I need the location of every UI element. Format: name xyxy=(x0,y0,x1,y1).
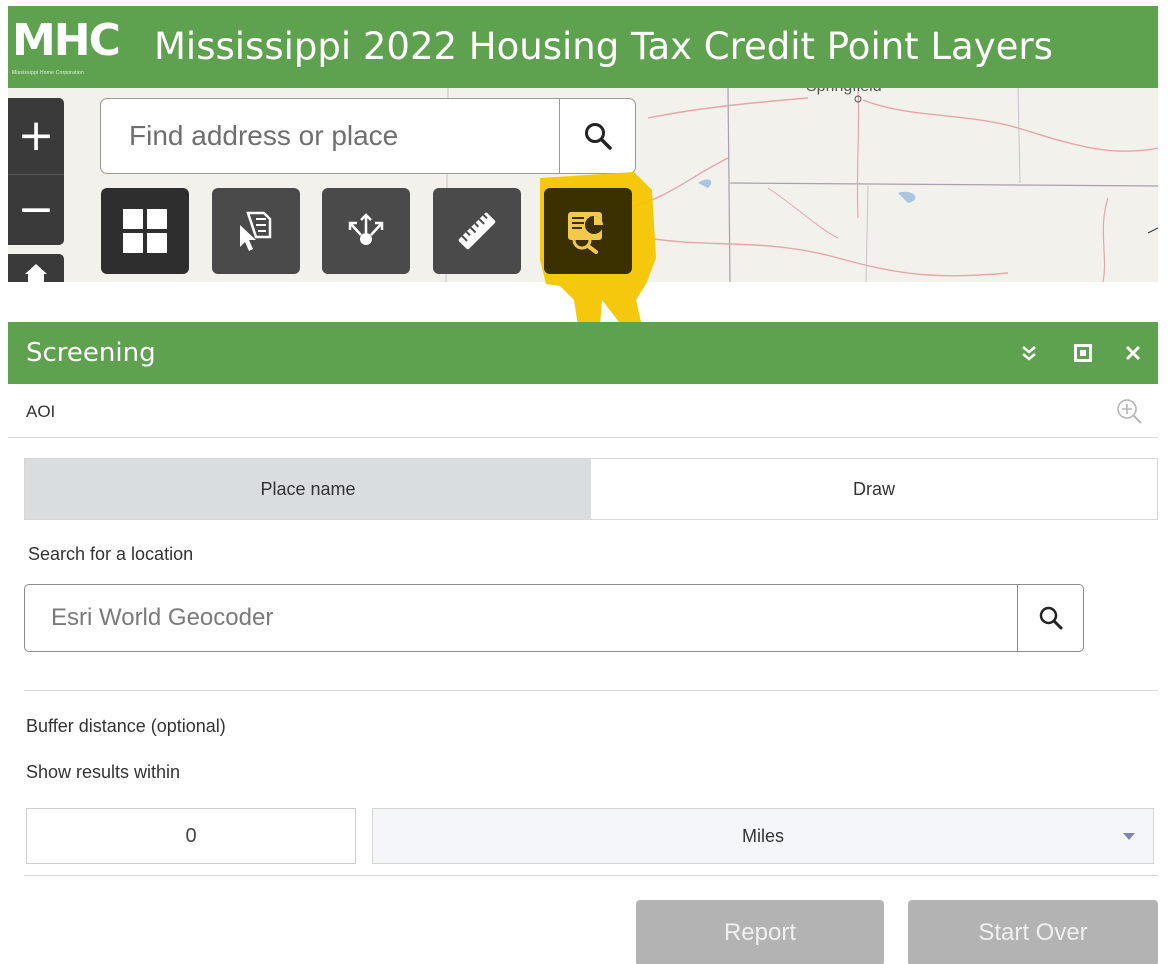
app-title: Mississippi 2022 Housing Tax Credit Poin… xyxy=(154,25,1053,68)
collapse-button[interactable] xyxy=(1012,322,1046,384)
geocoder-search xyxy=(24,584,1084,652)
ruler-icon xyxy=(458,212,496,250)
aoi-label: AOI xyxy=(26,402,56,421)
share-tool-button[interactable] xyxy=(322,188,410,274)
home-button[interactable] xyxy=(8,254,64,282)
map-search xyxy=(100,98,636,174)
tab-place-name[interactable]: Place name xyxy=(25,459,591,519)
logo-mark: MHC xyxy=(12,15,121,66)
search-icon xyxy=(584,123,612,150)
screening-report-icon xyxy=(568,213,603,255)
map-search-input[interactable] xyxy=(101,99,559,173)
section-divider xyxy=(24,690,1158,691)
geocoder-input[interactable] xyxy=(25,585,1015,651)
app-header: MHC Mississippi Home Corporation Mississ… xyxy=(8,6,1158,88)
start-over-button[interactable]: Start Over xyxy=(908,900,1158,964)
chevron-down-icon xyxy=(1123,833,1135,840)
zoom-out-button[interactable]: − xyxy=(8,175,64,245)
buffer-unit-select[interactable]: Miles xyxy=(372,808,1154,864)
search-location-label: Search for a location xyxy=(28,544,194,564)
report-button[interactable]: Report xyxy=(636,900,884,964)
zoom-in-icon xyxy=(1117,399,1142,424)
select-cursor-icon xyxy=(240,211,272,251)
measure-tool-button[interactable] xyxy=(433,188,521,274)
map-search-button[interactable] xyxy=(559,99,635,173)
aoi-zoom-button[interactable] xyxy=(1112,394,1146,428)
zoom-control: + − xyxy=(8,98,64,245)
share-arrows-icon xyxy=(348,213,384,245)
geocoder-search-button[interactable] xyxy=(1017,585,1083,651)
home-icon xyxy=(25,264,47,282)
aoi-row: AOI xyxy=(8,384,1158,438)
maximize-button[interactable] xyxy=(1066,322,1100,384)
screening-panel: Screening AOI Place name Draw Search for… xyxy=(8,322,1158,964)
buffer-distance-label: Buffer distance (optional) xyxy=(26,716,226,736)
maximize-icon xyxy=(1074,344,1092,362)
aoi-mode-tabs: Place name Draw xyxy=(24,458,1158,520)
panel-header: Screening xyxy=(8,322,1158,384)
buffer-distance-input[interactable] xyxy=(26,808,356,864)
mhc-logo: MHC Mississippi Home Corporation xyxy=(12,16,138,84)
map-city-label: Springfield xyxy=(806,88,882,96)
buffer-unit-value: Miles xyxy=(741,825,784,846)
show-results-within-label: Show results within xyxy=(26,762,181,782)
layout-grid-tool-button[interactable] xyxy=(101,188,189,274)
logo-subtext: Mississippi Home Corporation xyxy=(12,70,85,76)
collapse-icon xyxy=(1022,346,1036,361)
close-icon xyxy=(1125,345,1141,361)
grid-icon xyxy=(123,209,167,253)
search-icon xyxy=(1039,606,1062,630)
close-button[interactable] xyxy=(1116,322,1150,384)
section-divider xyxy=(24,875,1158,876)
panel-title: Screening xyxy=(26,338,156,368)
select-tool-button[interactable] xyxy=(212,188,300,274)
screening-tool-button[interactable] xyxy=(544,188,632,274)
zoom-in-button[interactable]: + xyxy=(8,98,64,174)
app-root: MHC Mississippi Home Corporation Mississ… xyxy=(0,0,1174,964)
tab-draw[interactable]: Draw xyxy=(591,459,1157,519)
map-view[interactable]: Springfield + − xyxy=(8,88,1158,282)
